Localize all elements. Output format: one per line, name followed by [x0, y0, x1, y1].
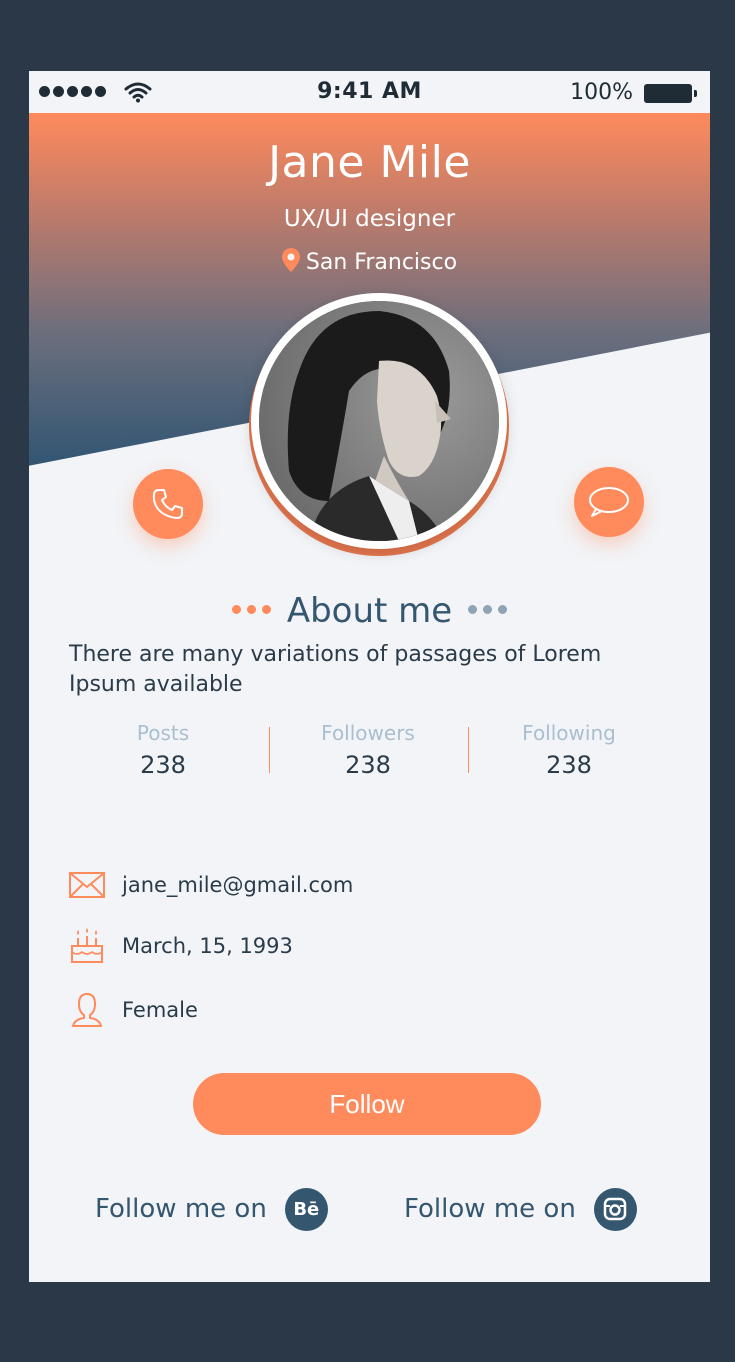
birthday-text: March, 15, 1993 — [122, 934, 293, 958]
info-birthday: March, 15, 1993 — [69, 928, 293, 964]
social-label: Follow me on — [95, 1194, 267, 1224]
stat-value: 238 — [546, 751, 592, 779]
stat-following[interactable]: Following 238 — [469, 721, 669, 779]
social-instagram[interactable]: Follow me on — [404, 1187, 637, 1231]
stat-label: Posts — [136, 721, 190, 745]
location-text: San Francisco — [305, 250, 458, 275]
profile-name: Jane Mile — [268, 137, 471, 188]
profile-role: UX/UI designer — [283, 206, 456, 232]
call-button[interactable] — [133, 469, 203, 539]
decor-dots-right — [468, 605, 508, 614]
stat-label: Following — [522, 721, 616, 745]
avatar-photo — [259, 301, 499, 541]
about-text: There are many variations of passages of… — [69, 642, 602, 697]
stat-label: Followers — [321, 721, 415, 745]
stat-followers[interactable]: Followers 238 — [268, 721, 468, 779]
profile-location: San Francisco — [29, 248, 710, 275]
gender-text: Female — [122, 998, 198, 1022]
stat-value: 238 — [345, 751, 391, 779]
instagram-icon[interactable] — [593, 1187, 637, 1231]
info-gender: Female — [69, 992, 198, 1028]
behance-icon[interactable]: Bē — [284, 1187, 328, 1231]
phone-icon — [152, 489, 183, 519]
message-button[interactable] — [574, 467, 644, 537]
battery-icon — [644, 84, 697, 103]
about-heading: About me — [29, 591, 710, 631]
battery-percent: 100% — [570, 80, 633, 105]
mail-icon — [69, 872, 105, 898]
decor-dots-left — [231, 605, 271, 614]
stat-value: 238 — [140, 751, 186, 779]
email-text: jane_mile@gmail.com — [122, 873, 354, 897]
social-label: Follow me on — [404, 1194, 576, 1224]
info-email: jane_mile@gmail.com — [69, 867, 353, 903]
chat-bubble-icon — [589, 487, 629, 517]
avatar[interactable] — [259, 301, 499, 541]
user-icon — [72, 993, 102, 1027]
birthday-cake-icon — [71, 928, 103, 963]
status-bar: 9:41 AM 100% — [29, 71, 710, 113]
instagram-glyph — [604, 1197, 627, 1221]
about-title: About me — [286, 591, 453, 631]
social-behance[interactable]: Follow me on Bē — [95, 1187, 328, 1231]
location-pin-icon — [281, 248, 300, 272]
profile-screen: 9:41 AM 100% Jane Mile UX/UI designer Sa… — [29, 71, 710, 1282]
stats-row: Posts 238 Followers 238 Following 238 — [63, 721, 663, 779]
stat-posts[interactable]: Posts 238 — [63, 721, 263, 779]
follow-button[interactable]: Follow — [193, 1073, 541, 1135]
